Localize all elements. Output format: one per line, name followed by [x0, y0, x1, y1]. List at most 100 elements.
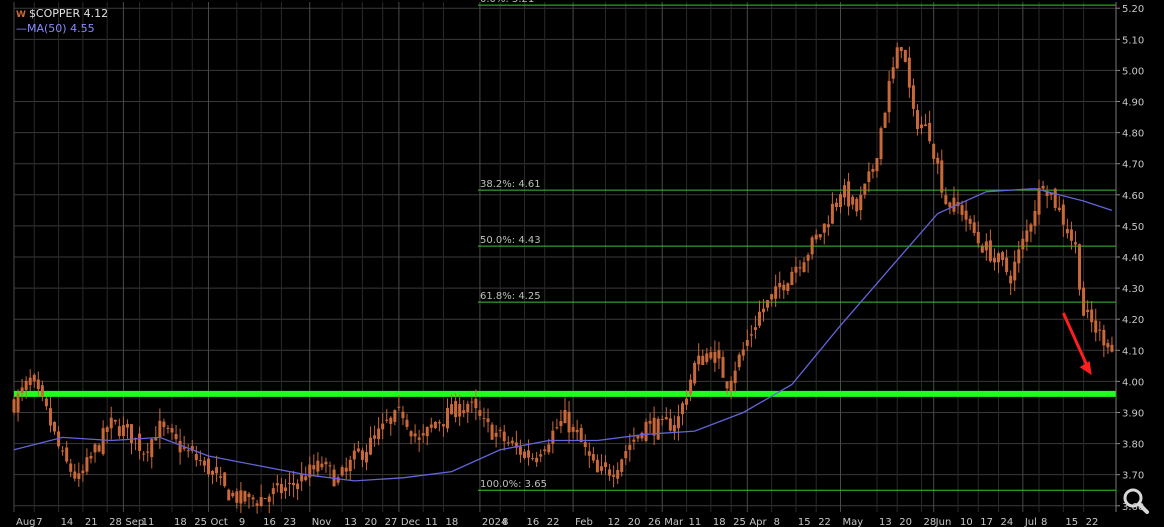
- fibonacci-levels: 0.0%: 5.21 38.2%: 4.61 50.0%: 4.43 61.8%: 4…: [478, 0, 1116, 491]
- candle-body: [774, 286, 778, 299]
- candle-body: [101, 428, 105, 455]
- y-tick-label: 5.20: [1122, 4, 1144, 15]
- x-tick-label: 23: [283, 517, 296, 527]
- candle-body: [940, 160, 944, 193]
- candle-body: [786, 283, 790, 291]
- candle-body: [267, 496, 271, 502]
- candle-body: [312, 465, 316, 470]
- candle-body: [818, 234, 822, 238]
- ma-line-icon: —: [16, 22, 27, 35]
- candle-body: [964, 210, 968, 220]
- candle-body: [855, 198, 859, 212]
- fib-level-label: 50.0%: 4.43: [480, 235, 541, 246]
- candle-body: [344, 467, 348, 472]
- candle-body: [1005, 257, 1009, 272]
- candle-body: [129, 424, 133, 443]
- candle-body: [559, 421, 563, 426]
- candle-body: [421, 433, 425, 436]
- candle-body: [320, 463, 324, 468]
- candle-body: [85, 457, 89, 472]
- candle-body: [223, 472, 227, 487]
- candle-body: [620, 459, 624, 472]
- candle-body: [283, 487, 287, 491]
- candle-body: [369, 437, 373, 455]
- x-tick-label: Dec: [401, 517, 420, 527]
- candle-body: [810, 237, 814, 255]
- candle-body: [413, 433, 417, 437]
- candle-body: [206, 458, 210, 475]
- y-tick-label: 3.80: [1122, 440, 1144, 451]
- candle-body: [32, 374, 36, 382]
- candle-body: [806, 254, 810, 261]
- candle-body: [847, 181, 851, 207]
- candle-body: [1033, 210, 1037, 226]
- candle-body: [830, 203, 834, 224]
- x-tick-label: 18: [713, 517, 726, 527]
- candle-body: [518, 446, 522, 455]
- x-tick-label: 12: [608, 517, 621, 527]
- candle-body: [960, 205, 964, 215]
- candle-body: [753, 327, 757, 330]
- candle-body: [616, 469, 620, 479]
- x-tick-label: 11: [425, 517, 438, 527]
- candle-body: [93, 444, 97, 453]
- candle-body: [490, 424, 494, 440]
- candle-body: [77, 473, 81, 479]
- candle-body: [328, 465, 332, 467]
- candle-body: [373, 435, 377, 439]
- candle-body: [170, 428, 174, 433]
- magnifier-icon[interactable]: [1119, 485, 1155, 517]
- candle-body: [466, 403, 470, 413]
- y-tick-label: 3.90: [1122, 408, 1144, 419]
- candle-body: [527, 450, 531, 458]
- candle-body: [770, 294, 774, 300]
- candle-body: [494, 432, 498, 437]
- candle-body: [478, 410, 482, 416]
- candle-body: [356, 448, 360, 452]
- x-tick-label: Apr: [749, 517, 767, 527]
- candle-body: [1013, 261, 1017, 281]
- candle-body: [920, 124, 924, 129]
- candle-body: [239, 490, 243, 504]
- x-tick-label: 13: [344, 517, 357, 527]
- x-tick-label: 20: [899, 517, 912, 527]
- symbol-legend: W $COPPER 4.12: [16, 7, 108, 22]
- candle-body: [53, 421, 57, 432]
- candle-body: [219, 476, 223, 478]
- candle-body: [142, 453, 146, 455]
- candle-body: [668, 418, 672, 431]
- candle-body: [397, 406, 401, 408]
- candle-body: [462, 410, 466, 414]
- candle-body: [24, 380, 28, 390]
- candle-body: [899, 47, 903, 52]
- price-chart[interactable]: 0.0%: 5.21 38.2%: 4.61 50.0%: 4.43 61.8%: 4…: [0, 0, 1164, 527]
- candle-body: [166, 427, 170, 429]
- candle-body: [875, 157, 879, 172]
- candle-body: [612, 475, 616, 477]
- candle-body: [911, 85, 915, 109]
- candle-body: [235, 491, 239, 503]
- ma-label: MA(50) 4.55: [27, 22, 95, 35]
- candle-body: [474, 398, 478, 409]
- candle-body: [28, 377, 32, 386]
- candle-body: [121, 425, 125, 437]
- x-tick-label: 15: [1065, 517, 1078, 527]
- candle-body: [1053, 188, 1057, 208]
- x-tick-label: 16: [263, 517, 276, 527]
- candle-body: [73, 471, 77, 479]
- candle-body: [749, 334, 753, 336]
- candle-body: [834, 202, 838, 208]
- candle-body: [1001, 252, 1005, 260]
- fib-level-label: 100.0%: 3.65: [480, 479, 547, 490]
- candle-body: [506, 442, 510, 444]
- candle-body: [429, 424, 433, 428]
- candle-body: [839, 194, 842, 208]
- candle-body: [729, 380, 733, 392]
- candle-body: [944, 195, 948, 204]
- candle-body: [389, 417, 393, 424]
- candle-body: [1110, 344, 1114, 352]
- x-tick-label: May: [843, 517, 864, 527]
- fib-level-label: 61.8%: 4.25: [480, 291, 541, 302]
- candle-body: [907, 57, 911, 88]
- candlestick-series: [12, 42, 1114, 514]
